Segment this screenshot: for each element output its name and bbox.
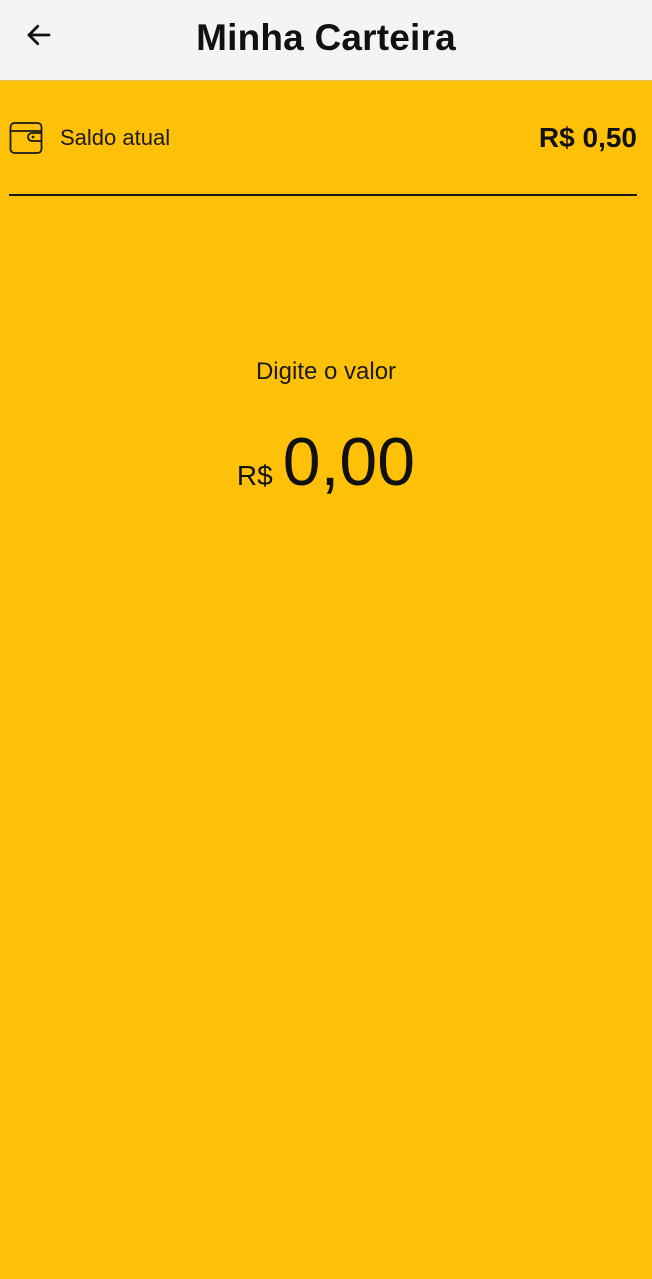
wallet-icon [9,121,43,155]
amount-input[interactable]: R$ 0,00 [0,428,652,510]
currency-prefix: R$ [236,460,273,491]
page-title: Minha Carteira [196,17,456,58]
wallet-screen: Minha Carteira Saldo atual R$ 0,50 Digit… [0,0,652,1279]
balance-row: Saldo atual R$ 0,50 [9,104,637,172]
amount-value: 0,00 [282,424,416,500]
divider [9,194,637,196]
amount-prompt: Digite o valor [255,358,397,385]
back-button[interactable] [14,12,64,62]
arrow-left-icon [24,20,54,55]
balance-value: R$ 0,50 [538,122,637,153]
app-bar: Minha Carteira [0,0,652,81]
balance-label: Saldo atual [60,125,171,150]
